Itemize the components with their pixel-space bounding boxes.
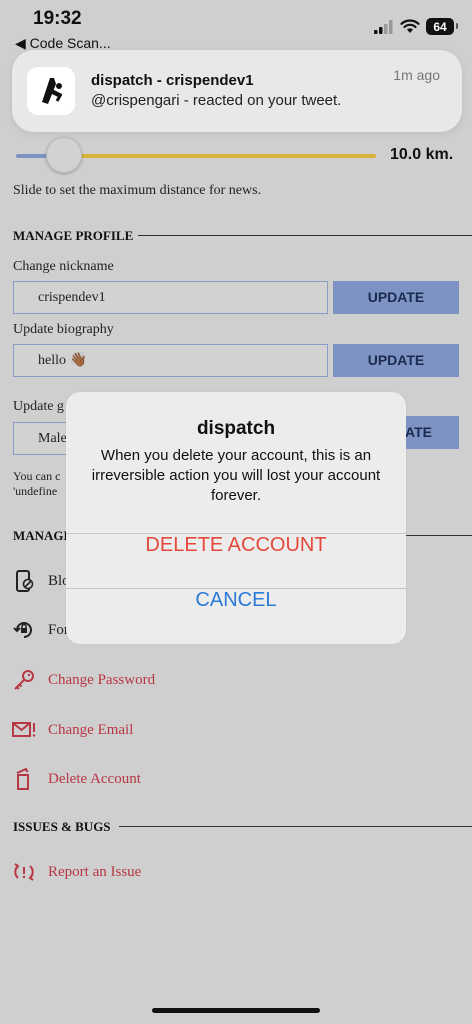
biography-input[interactable]: hello 👋🏾 — [13, 344, 328, 377]
delete-account-alert: dispatch When you delete your account, t… — [66, 392, 406, 644]
nickname-input[interactable]: crispendev1 — [13, 281, 328, 314]
status-icons: 64 — [374, 18, 458, 35]
menu-item-label: Delete Account — [48, 770, 141, 787]
signal-icon — [374, 19, 393, 34]
lock-reset-icon — [12, 618, 36, 642]
distance-slider-thumb[interactable] — [46, 137, 82, 173]
menu-item-label: Change Password — [48, 671, 156, 688]
gender-note-line1: You can c — [13, 469, 61, 483]
section-divider — [119, 826, 472, 827]
dispatch-app-icon — [27, 67, 75, 115]
gender-label: Update g — [13, 399, 64, 414]
menu-item-forgot[interactable]: For — [12, 617, 69, 643]
menu-item-delete-account[interactable]: Delete Account — [12, 766, 141, 792]
menu-item-change-password[interactable]: Change Password — [12, 667, 155, 693]
notification-title: dispatch - crispendev1 — [91, 72, 254, 89]
section-divider — [138, 235, 472, 236]
alert-cancel-button[interactable]: CANCEL — [66, 589, 406, 644]
menu-item-report-issue[interactable]: Report an Issue — [12, 859, 141, 885]
distance-value: 10.0 km. — [390, 146, 454, 163]
delete-icon — [12, 767, 36, 791]
menu-item-change-email[interactable]: Change Email — [12, 717, 133, 743]
distance-slider-rest — [63, 154, 376, 158]
update-nickname-button[interactable]: UPDATE — [333, 281, 459, 314]
gender-note-line2: 'undefine — [13, 484, 58, 498]
gender-select[interactable]: Male — [13, 422, 73, 455]
alert-delete-account-button[interactable]: DELETE ACCOUNT — [66, 534, 406, 588]
menu-item-label: Change Email — [48, 721, 134, 738]
alert-title: dispatch — [196, 418, 276, 439]
alert-message: When you delete your account, this is an… — [91, 447, 381, 504]
notification-body: @crispengari - reacted on your tweet. — [91, 92, 342, 109]
nickname-label: Change nickname — [13, 259, 114, 274]
manage-account-heading: MANAGE — [13, 528, 73, 543]
biography-label: Update biography — [13, 322, 114, 337]
phone-block-icon — [12, 569, 36, 593]
menu-item-label: Report an Issue — [48, 863, 142, 880]
wifi-icon — [400, 19, 420, 33]
report-issue-icon — [12, 860, 36, 884]
mail-alert-icon — [12, 718, 36, 742]
manage-profile-heading: MANAGE PROFILE — [13, 228, 134, 243]
home-indicator[interactable] — [152, 1008, 320, 1013]
notification-banner[interactable]: dispatch - crispendev1 @crispengari - re… — [12, 50, 462, 132]
notification-time: 1m ago — [393, 67, 440, 83]
status-bar: 19:32 ◀ Code Scan... 64 — [0, 0, 472, 52]
key-icon — [12, 668, 36, 692]
update-biography-button[interactable]: UPDATE — [333, 344, 459, 377]
distance-hint: Slide to set the maximum distance for ne… — [13, 183, 262, 198]
issues-heading: ISSUES & BUGS — [13, 819, 111, 834]
menu-item-block[interactable]: Blo — [12, 568, 70, 594]
status-time: 19:32 — [33, 8, 82, 29]
update-gender-button[interactable]: ATE — [405, 416, 459, 449]
section-divider — [406, 535, 472, 536]
battery-icon: 64 — [426, 18, 458, 35]
